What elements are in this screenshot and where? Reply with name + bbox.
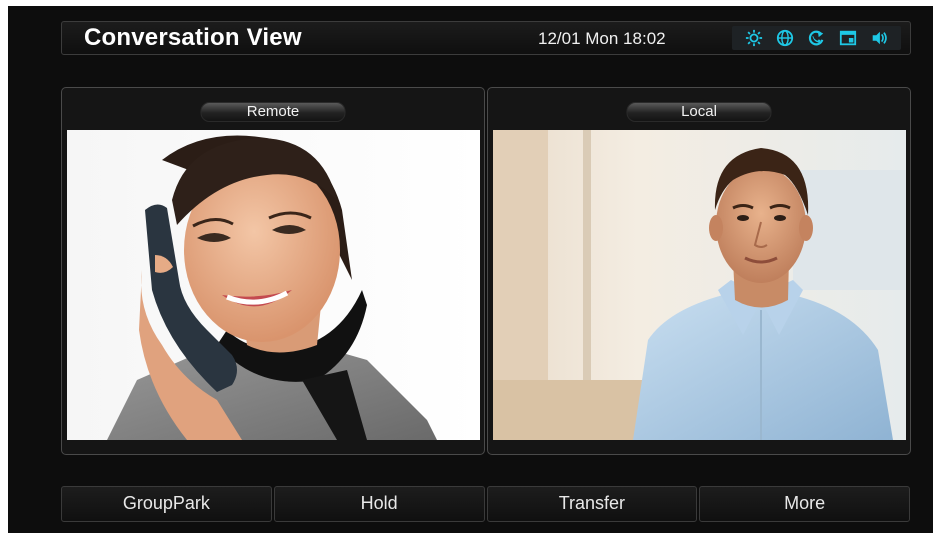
transfer-button[interactable]: Transfer [486,486,698,522]
softkey-bar: GroupPark Hold Transfer More [61,486,910,522]
status-icons [732,26,901,50]
page-title: Conversation View [84,24,302,51]
man-in-blue-shirt-image [493,130,906,440]
header-bar: Conversation View 12/01 Mon 18:02 [61,21,911,55]
woman-on-phone-image [67,130,480,440]
more-button[interactable]: More [699,486,910,522]
grouppark-button[interactable]: GroupPark [61,486,272,522]
phone-screen: Conversation View 12/01 Mon 18:02 Remote [8,6,933,533]
date-time: 12/01 Mon 18:02 [538,29,666,48]
local-video-panel: Local [487,87,911,455]
hold-button[interactable]: Hold [273,486,485,522]
brightness-icon [745,29,763,47]
call-forward-icon [807,29,825,47]
remote-video-panel: Remote [61,87,485,455]
local-label: Local [626,102,772,122]
volume-speaker-icon [870,29,888,47]
remote-label: Remote [200,102,346,122]
network-globe-icon [776,29,794,47]
local-video-feed[interactable] [493,130,906,440]
voicemail-screen-icon [839,29,857,47]
remote-video-feed[interactable] [67,130,480,440]
